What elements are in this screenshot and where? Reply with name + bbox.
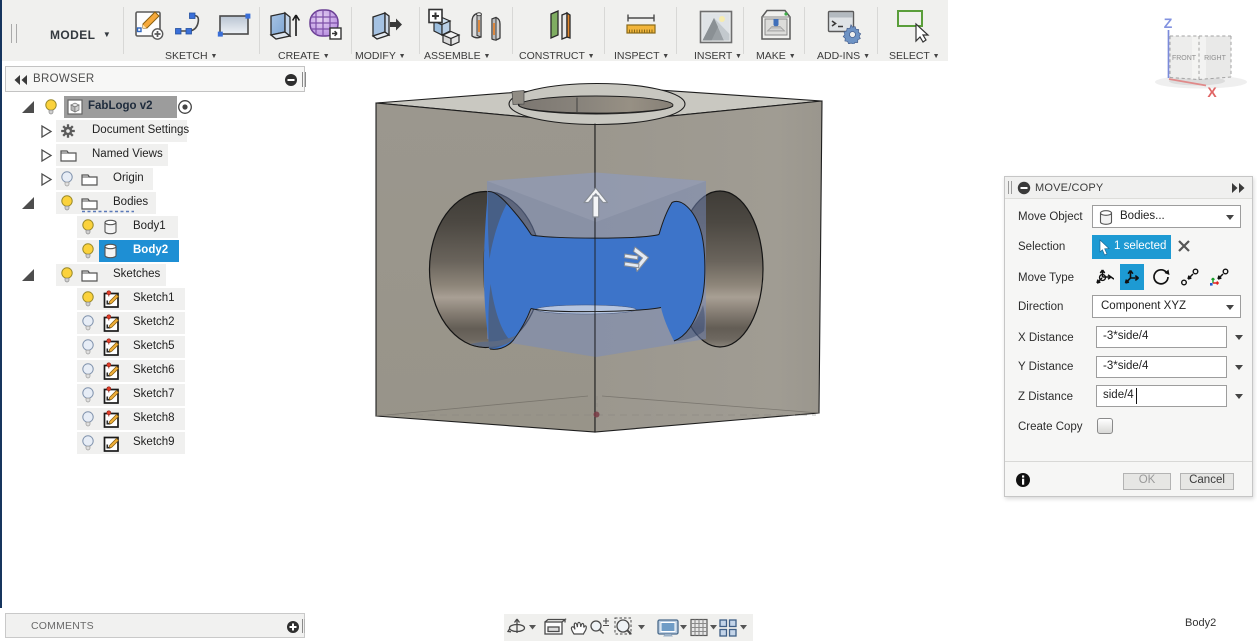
svg-text:FRONT: FRONT [1172,55,1197,62]
svg-text:Z: Z [1164,15,1173,31]
svg-text:X: X [1207,84,1217,100]
svg-text:RIGHT: RIGHT [1204,55,1227,62]
